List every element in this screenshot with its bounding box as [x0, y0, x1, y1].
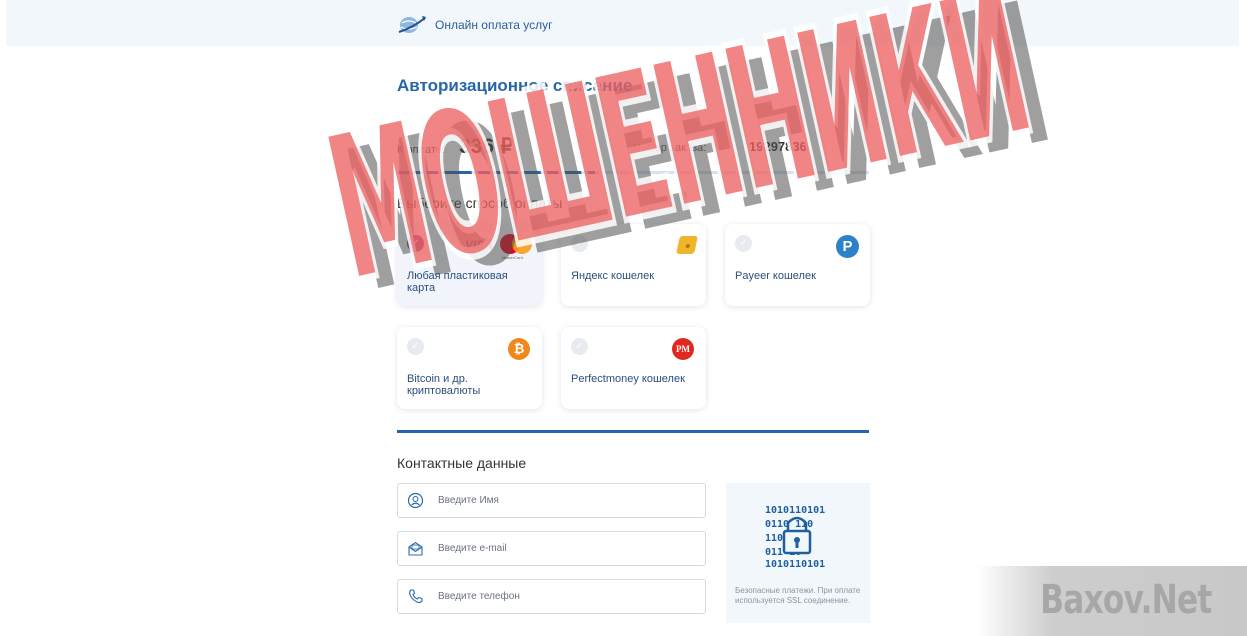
- user-icon: [407, 492, 424, 509]
- method-payeer[interactable]: ✓ P Payeer кошелек: [725, 224, 870, 306]
- binary-lock-icon: 1010110101 0110 110 110 01 011 10 101011…: [765, 505, 825, 567]
- phone-input[interactable]: [438, 580, 698, 613]
- order-number-value: 19297836: [749, 139, 807, 154]
- check-icon: ✓: [407, 338, 424, 355]
- method-label: Bitcoin и др. криптовалюты: [407, 373, 481, 397]
- amount-value: 336 ₽: [459, 135, 514, 158]
- watermark-text: Baxov.Net: [1039, 577, 1212, 623]
- contacts-heading: Контактные данные: [397, 455, 527, 471]
- method-bitcoin[interactable]: ✓ ₿ Bitcoin и др. криптовалюты: [397, 327, 542, 409]
- method-perfectmoney[interactable]: ✓ PM Perfectmoney кошелек: [561, 327, 706, 409]
- globe-plane-icon: [398, 16, 426, 33]
- bitcoin-icon: ₿: [508, 338, 530, 360]
- payeer-icon: P: [836, 235, 859, 258]
- svg-text:1010110101: 1010110101: [765, 559, 825, 567]
- amount-row: К оплате: 336 ₽ Номер заказа: 19297836: [397, 134, 869, 164]
- svg-text:1010110101: 1010110101: [765, 505, 825, 516]
- name-input[interactable]: [438, 484, 698, 517]
- method-label: Яндекс кошелек: [571, 270, 655, 282]
- progress-bar: [397, 171, 869, 174]
- email-input[interactable]: [438, 532, 698, 565]
- method-card[interactable]: ✓ VISA MasterCard Любая пластиковая карт…: [397, 224, 542, 306]
- wallet-icon: [676, 236, 698, 254]
- method-yandex[interactable]: ✓ Яндекс кошелек: [561, 224, 706, 306]
- order-number-label: Номер заказа:: [633, 142, 707, 154]
- logo-text: Онлайн оплата услуг: [435, 18, 553, 32]
- page-title: Авторизационное списание: [397, 76, 633, 95]
- email-field[interactable]: [397, 531, 706, 566]
- name-field[interactable]: [397, 483, 706, 518]
- progress-bar-fill: [397, 171, 596, 174]
- payment-page: Онлайн оплата услуг Авторизационное спис…: [0, 0, 1247, 636]
- mastercard-logo-icon: [500, 234, 532, 254]
- method-label: Payeer кошелек: [735, 270, 816, 282]
- header-bar: [6, 0, 1239, 46]
- check-icon: ✓: [571, 235, 588, 252]
- amount-label: К оплате:: [397, 144, 445, 156]
- watermark: Baxov.Net: [977, 566, 1247, 636]
- section-divider: [397, 430, 869, 433]
- visa-logo-icon: VISA: [465, 238, 494, 252]
- phone-field[interactable]: [397, 579, 706, 614]
- check-icon: ✓: [407, 235, 424, 252]
- perfectmoney-icon: PM: [672, 338, 694, 360]
- method-label: Любая пластиковая карта: [407, 270, 508, 294]
- check-icon: ✓: [571, 338, 588, 355]
- envelope-icon: [408, 541, 423, 556]
- site-logo[interactable]: Онлайн оплата услуг: [397, 14, 553, 36]
- payment-method-heading: Выберите способ оплаты: [397, 195, 563, 211]
- secure-payment-text: Безопасные платежи. При оплате используе…: [735, 586, 861, 605]
- check-icon: ✓: [735, 235, 752, 252]
- phone-icon: [408, 589, 423, 604]
- mastercard-caption: MasterCard: [502, 255, 523, 260]
- method-label: Perfectmoney кошелек: [571, 373, 685, 385]
- secure-payment-panel: 1010110101 0110 110 110 01 011 10 101011…: [726, 483, 870, 623]
